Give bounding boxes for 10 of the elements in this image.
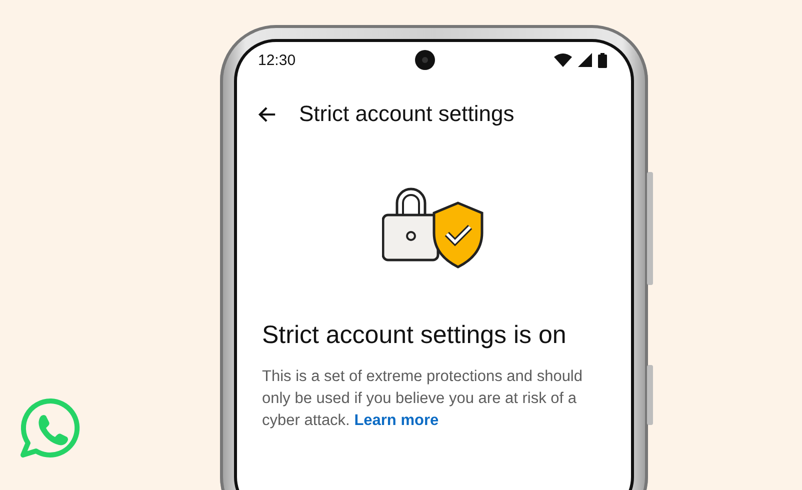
camera-icon [414,49,436,71]
back-arrow-icon[interactable] [258,104,277,124]
signal-icon [578,53,592,67]
wifi-icon [554,53,572,67]
status-time: 12:30 [258,52,296,68]
screen-title: Strict account settings [299,101,514,127]
learn-more-link[interactable]: Learn more [354,412,439,429]
battery-icon [598,52,607,68]
status-heading: Strict account settings is on [262,320,568,351]
description-text: This is a set of extreme protections and should only be used if you believe you are at risk of a cyber attack. Learn more [262,367,584,431]
